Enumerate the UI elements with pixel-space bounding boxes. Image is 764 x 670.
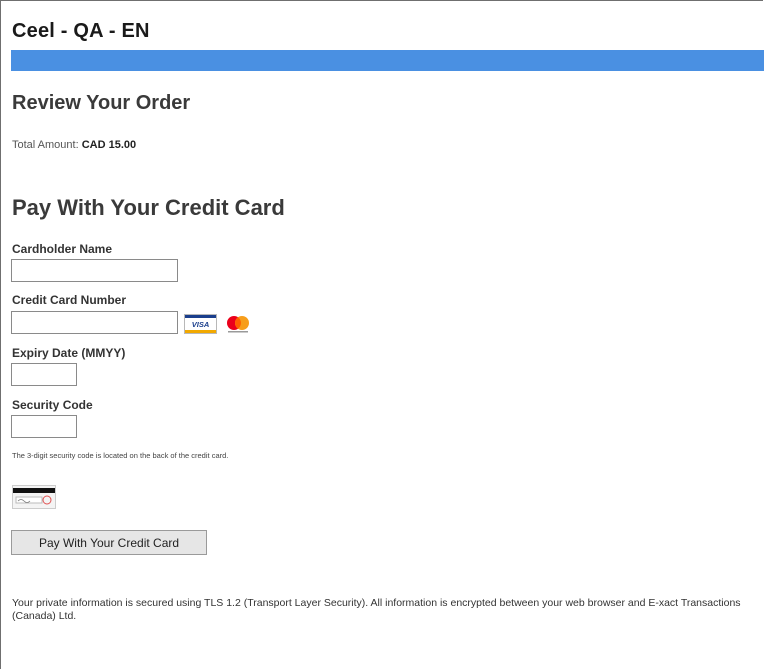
visa-logo-text: VISA bbox=[192, 320, 210, 329]
mastercard-logo-icon bbox=[225, 314, 251, 339]
total-amount-value: CAD 15.00 bbox=[81, 139, 137, 151]
card-number-input[interactable] bbox=[11, 311, 178, 334]
payment-heading: Pay With Your Credit Card bbox=[12, 195, 285, 220]
privacy-notice: Your private information is secured usin… bbox=[12, 597, 741, 622]
card-number-label: Credit Card Number bbox=[12, 293, 127, 307]
card-back-cvv-icon bbox=[12, 485, 56, 514]
pay-with-credit-card-button[interactable]: Pay With Your Credit Card bbox=[11, 530, 207, 555]
total-amount-label: Total Amount: bbox=[12, 139, 79, 151]
security-code-help-text: The 3-digit security code is located on … bbox=[12, 451, 229, 460]
security-code-input[interactable] bbox=[11, 415, 77, 438]
cardholder-name-input[interactable] bbox=[11, 259, 178, 282]
total-amount-line: Total Amount: CAD 15.00 bbox=[12, 139, 136, 151]
site-title: Ceel - QA - EN bbox=[12, 20, 150, 42]
cardholder-name-label: Cardholder Name bbox=[12, 242, 113, 256]
security-code-label: Security Code bbox=[12, 398, 93, 412]
review-order-heading: Review Your Order bbox=[12, 92, 191, 114]
expiry-date-label: Expiry Date (MMYY) bbox=[12, 346, 126, 360]
expiry-date-input[interactable] bbox=[11, 363, 77, 386]
visa-logo-icon: VISA bbox=[184, 314, 217, 339]
header-accent-bar bbox=[11, 50, 764, 71]
